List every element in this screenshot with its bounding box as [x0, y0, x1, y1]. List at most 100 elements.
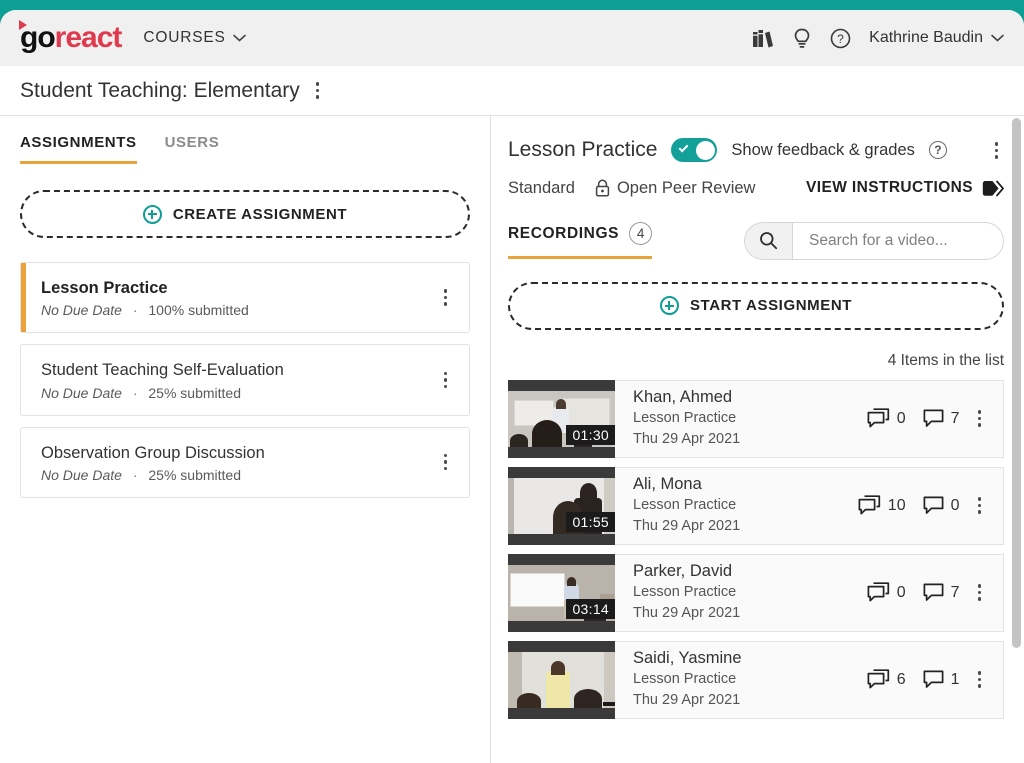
show-feedback-label: Show feedback & grades [731, 140, 915, 159]
group-comment-count[interactable]: 0 [867, 408, 906, 429]
group-comment-count-value: 0 [896, 409, 906, 427]
start-assignment-button[interactable]: START ASSIGNMENT [508, 281, 1004, 330]
assignment-card[interactable]: Student Teaching Self-Evaluation No Due … [20, 344, 470, 416]
video-row[interactable]: Saidi, Yasmine Lesson Practice Thu 29 Ap… [508, 640, 1004, 719]
comment-count-value: 7 [950, 583, 960, 601]
video-thumbnail[interactable]: 01:30 [508, 379, 615, 458]
scrollbar-thumb[interactable] [1012, 118, 1021, 648]
page-title: Student Teaching: Elementary [20, 78, 300, 102]
search-input[interactable] [792, 221, 1004, 260]
check-icon [678, 142, 689, 153]
group-comment-icon [867, 582, 889, 602]
tab-assignments[interactable]: ASSIGNMENTS [20, 134, 137, 164]
help-circle-icon[interactable]: ? [928, 141, 947, 160]
courses-label: COURSES [143, 29, 226, 46]
view-instructions-label: VIEW INSTRUCTIONS [806, 179, 973, 196]
assignment-type-label: Standard [508, 178, 575, 197]
video-thumbnail[interactable]: 03:14 [508, 553, 615, 632]
app-card: go react COURSES ? Kathrine Baudin Stude… [0, 10, 1024, 763]
assignment-due-date: No Due Date [41, 302, 122, 319]
group-comment-count[interactable]: 0 [867, 582, 906, 603]
vertical-scrollbar[interactable] [1012, 116, 1021, 763]
assignment-list: Lesson Practice No Due Date · 100% submi… [20, 262, 470, 498]
group-comment-icon [867, 669, 889, 689]
view-instructions-button[interactable]: VIEW INSTRUCTIONS [806, 179, 1004, 197]
create-assignment-label: CREATE ASSIGNMENT [172, 205, 348, 223]
plus-circle-icon [659, 296, 679, 315]
show-feedback-toggle[interactable] [671, 138, 718, 163]
comment-count[interactable]: 0 [923, 495, 960, 516]
tab-recordings-label: RECORDINGS [508, 224, 620, 242]
course-title-bar: Student Teaching: Elementary [0, 66, 1024, 116]
video-options-kebab-icon[interactable] [972, 667, 988, 692]
assignment-card[interactable]: Observation Group Discussion No Due Date… [20, 426, 470, 498]
recordings-tab-row: RECORDINGS 4 [508, 221, 1004, 260]
comment-icon [923, 583, 944, 601]
video-student-name: Ali, Mona [633, 474, 702, 493]
video-options-kebab-icon[interactable] [972, 493, 988, 518]
lightbulb-icon[interactable] [793, 28, 811, 49]
comment-count-value: 0 [950, 496, 960, 514]
assignment-name: Lesson Practice [41, 279, 168, 297]
assignments-panel: ASSIGNMENTS USERS CREATE ASSIGNMENT Less… [0, 116, 491, 763]
meta-separator: · [132, 302, 138, 319]
user-menu[interactable]: Kathrine Baudin [869, 29, 1004, 47]
assignment-options-kebab-icon[interactable] [438, 450, 454, 475]
video-duration: 01:30 [566, 424, 615, 445]
video-options-kebab-icon[interactable] [972, 406, 988, 431]
video-assignment-name: Lesson Practice [633, 671, 737, 688]
comment-count[interactable]: 1 [923, 669, 960, 690]
books-icon[interactable] [752, 28, 774, 49]
comment-count[interactable]: 7 [923, 408, 960, 429]
video-duration [603, 701, 615, 706]
lock-icon [595, 179, 610, 197]
assignment-options-kebab-icon[interactable] [438, 368, 454, 393]
chevron-down-icon [232, 34, 246, 42]
assignment-meta: No Due Date · 100% submitted [41, 302, 438, 318]
assignment-name: Student Teaching Self-Evaluation [41, 361, 284, 380]
comment-icon [923, 496, 944, 514]
chevron-down-icon [991, 34, 1004, 42]
video-date: Thu 29 Apr 2021 [633, 692, 741, 709]
peer-review-status: Open Peer Review [595, 179, 755, 198]
assignment-due-date: No Due Date [41, 384, 122, 401]
group-comment-count[interactable]: 6 [867, 669, 906, 690]
video-row[interactable]: 03:14 Parker, David Lesson Practice Thu … [508, 553, 1004, 632]
global-header: go react COURSES ? Kathrine Baudin [0, 10, 1024, 66]
tab-recordings[interactable]: RECORDINGS 4 [508, 222, 653, 259]
meta-separator: · [132, 384, 138, 401]
group-comment-count[interactable]: 10 [858, 495, 906, 516]
create-assignment-button[interactable]: CREATE ASSIGNMENT [20, 190, 470, 238]
assignment-name: Observation Group Discussion [41, 443, 265, 462]
assignment-detail-kebab-icon[interactable] [989, 138, 1005, 163]
video-student-name: Khan, Ahmed [633, 387, 733, 406]
assignment-options-kebab-icon[interactable] [438, 285, 454, 310]
video-student-name: Saidi, Yasmine [633, 648, 742, 667]
assignment-meta: No Due Date · 25% submitted [41, 467, 438, 483]
course-options-kebab-icon[interactable] [310, 78, 326, 103]
video-thumbnail[interactable]: 01:55 [508, 466, 615, 545]
comment-count[interactable]: 7 [923, 582, 960, 603]
search-button[interactable] [744, 221, 792, 260]
assignment-title: Lesson Practice [508, 138, 658, 162]
video-row[interactable]: 01:55 Ali, Mona Lesson Practice Thu 29 A… [508, 466, 1004, 545]
assignment-card[interactable]: Lesson Practice No Due Date · 100% submi… [20, 262, 470, 334]
comment-count-value: 7 [950, 409, 960, 427]
video-info: Khan, Ahmed Lesson Practice Thu 29 Apr 2… [615, 379, 1004, 458]
goreact-logo[interactable]: go react [19, 20, 122, 55]
help-circle-icon[interactable]: ? [830, 28, 851, 49]
assignment-meta: No Due Date · 25% submitted [41, 385, 438, 401]
courses-menu[interactable]: COURSES [143, 29, 246, 47]
video-counts: 10 0 [858, 495, 960, 516]
video-date: Thu 29 Apr 2021 [633, 605, 741, 622]
svg-text:?: ? [837, 32, 844, 46]
play-triangle-icon [19, 20, 27, 30]
assignment-submitted: 25% submitted [148, 466, 241, 483]
video-options-kebab-icon[interactable] [972, 580, 988, 605]
tab-users[interactable]: USERS [165, 134, 220, 164]
group-comment-count-value: 6 [896, 670, 906, 688]
video-thumbnail[interactable] [508, 640, 615, 719]
left-tabs: ASSIGNMENTS USERS [20, 116, 470, 164]
video-row[interactable]: 01:30 Khan, Ahmed Lesson Practice Thu 29… [508, 379, 1004, 458]
assignment-detail-panel: Lesson Practice Show feedback & grades ?… [491, 116, 1024, 763]
